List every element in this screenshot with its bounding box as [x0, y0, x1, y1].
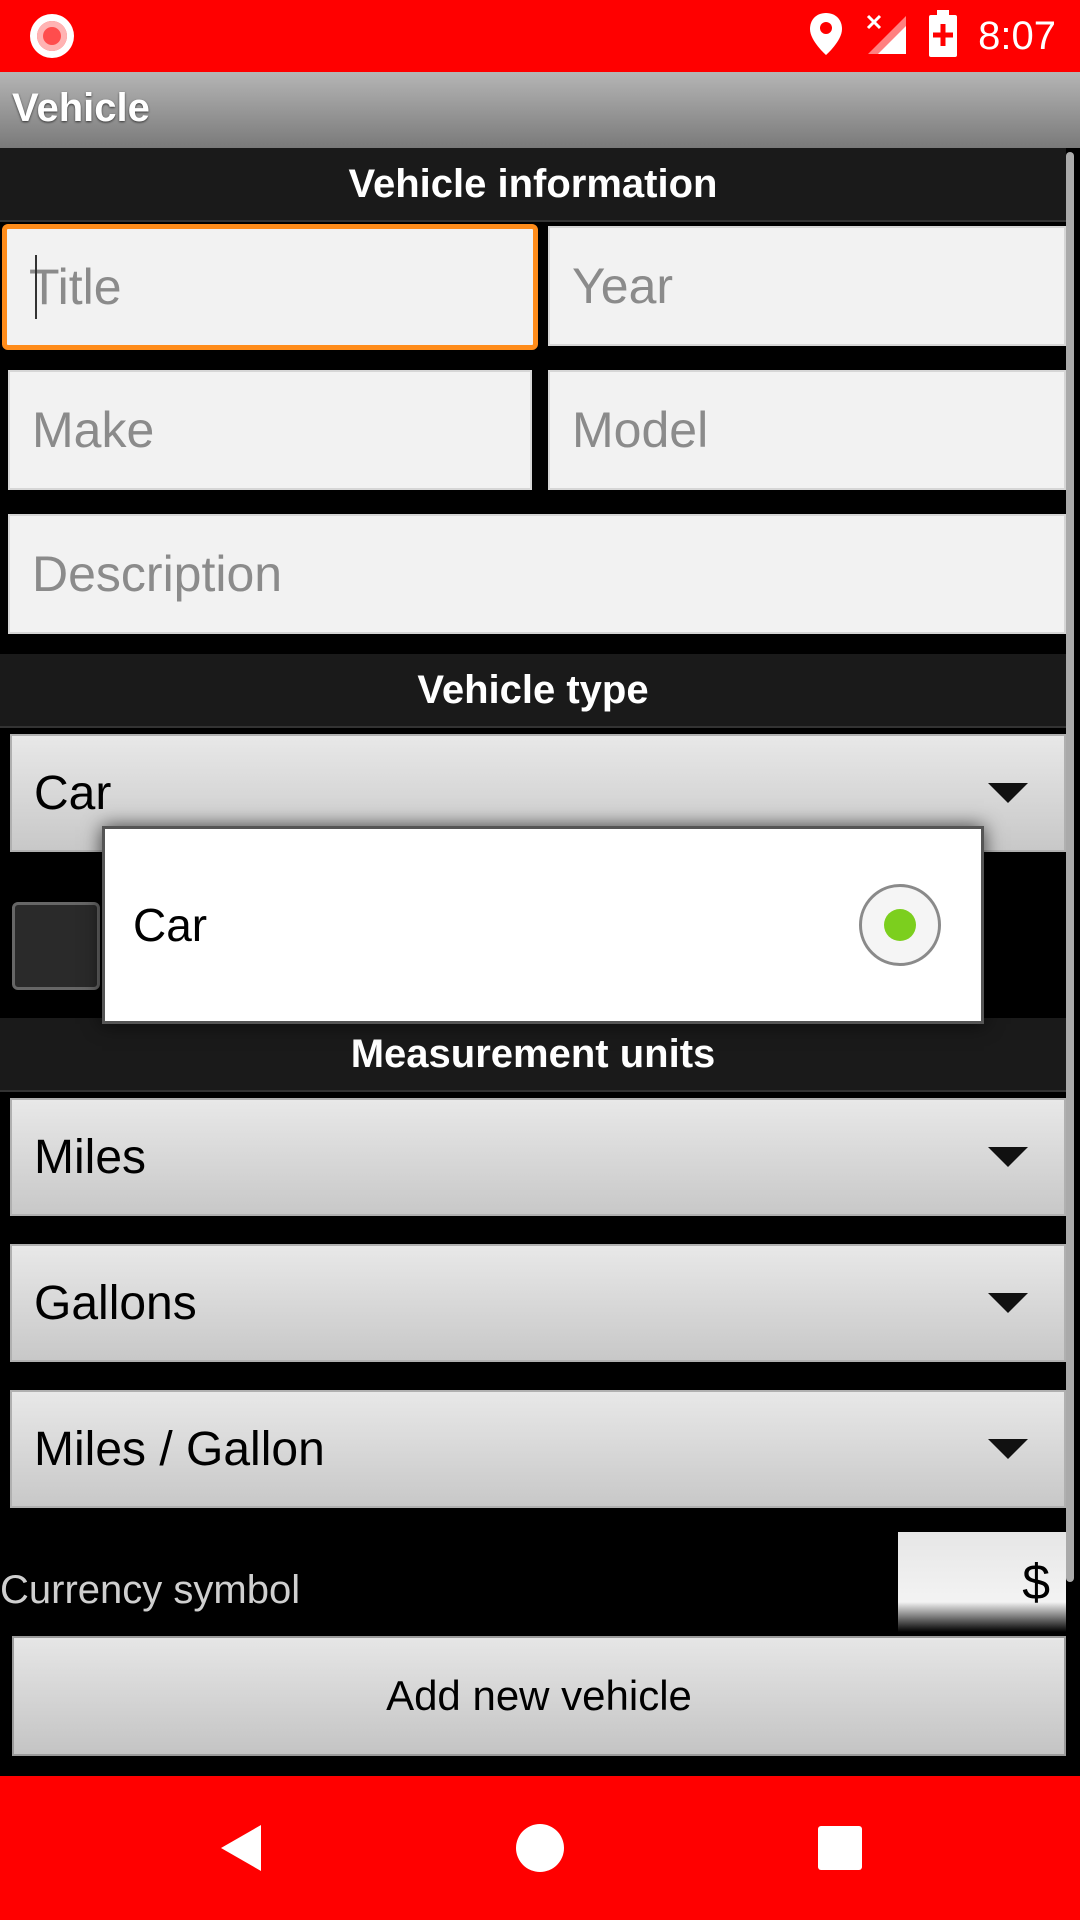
volume-unit-spinner[interactable]: Gallons [10, 1244, 1066, 1362]
description-field[interactable] [8, 514, 1066, 634]
chevron-down-icon [988, 1439, 1028, 1459]
currency-symbol-label: Currency symbol [0, 1568, 301, 1612]
vehicle-type-value: Car [34, 766, 112, 820]
volume-unit-value: Gallons [34, 1276, 197, 1330]
section-header-measurement-units: Measurement units [0, 1018, 1066, 1092]
screen: 8:07 Vehicle Vehicle information Vehicle… [0, 0, 1080, 1920]
app-bar: Vehicle [0, 72, 1080, 148]
chevron-down-icon [988, 1147, 1028, 1167]
status-time: 8:07 [978, 13, 1056, 58]
back-icon [221, 1825, 261, 1871]
economy-unit-value: Miles / Gallon [34, 1422, 325, 1476]
title-field[interactable] [2, 224, 538, 350]
section-header-vehicle-information: Vehicle information [0, 148, 1066, 222]
back-button[interactable] [160, 1776, 320, 1920]
year-field[interactable] [548, 226, 1066, 346]
chevron-down-icon [988, 783, 1028, 803]
model-input[interactable] [550, 372, 1064, 488]
home-button[interactable] [460, 1776, 620, 1920]
scrollbar[interactable] [1066, 152, 1074, 1582]
home-icon [516, 1824, 564, 1872]
status-icons: 8:07 [808, 0, 1056, 72]
app-bar-title: Vehicle [12, 86, 150, 130]
chevron-down-icon [988, 1293, 1028, 1313]
distance-unit-spinner[interactable]: Miles [10, 1098, 1066, 1216]
recents-icon [818, 1826, 862, 1870]
text-cursor [35, 255, 37, 319]
section-header-vehicle-type: Vehicle type [0, 654, 1066, 728]
make-input[interactable] [10, 372, 530, 488]
description-input[interactable] [10, 516, 1064, 632]
location-icon [808, 11, 844, 62]
make-field[interactable] [8, 370, 532, 490]
status-bar: 8:07 [0, 0, 1080, 72]
year-input[interactable] [550, 228, 1064, 344]
currency-symbol-input[interactable] [898, 1532, 1066, 1632]
model-field[interactable] [548, 370, 1066, 490]
recents-button[interactable] [760, 1776, 920, 1920]
checkbox[interactable] [12, 902, 100, 990]
vehicle-type-dropdown: Car [102, 826, 984, 1024]
screen-record-icon [30, 14, 74, 58]
navigation-bar [0, 1776, 1080, 1920]
currency-symbol-field[interactable] [898, 1532, 1066, 1632]
signal-icon [864, 12, 908, 61]
radio-selected-icon[interactable] [859, 884, 941, 966]
distance-unit-value: Miles [34, 1130, 147, 1184]
dropdown-option-label: Car [133, 899, 208, 951]
title-input[interactable] [7, 229, 533, 345]
economy-unit-spinner[interactable]: Miles / Gallon [10, 1390, 1066, 1508]
add-new-vehicle-button[interactable]: Add new vehicle [12, 1636, 1066, 1756]
dropdown-option-car[interactable]: Car [105, 829, 981, 1021]
battery-icon [928, 9, 958, 63]
